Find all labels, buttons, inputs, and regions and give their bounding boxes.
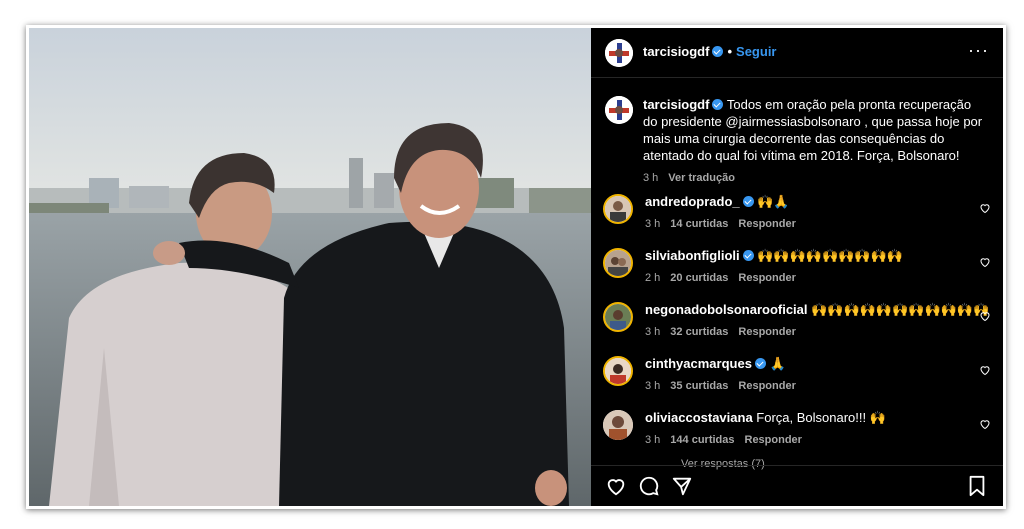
comment-item: cinthyacmarques 🙏 3 h 35 curtidas Responde… [591,356,1003,402]
action-bar [591,465,1003,506]
reply-button[interactable]: Responder [738,218,795,230]
verified-icon [742,196,754,207]
reply-button[interactable]: Responder [745,434,802,446]
comment-text: 🙌🙏 [757,194,790,209]
comment-time[interactable]: 2 h [645,272,660,284]
reply-button[interactable]: Responder [738,380,795,392]
translate-link[interactable]: Ver tradução [668,172,735,184]
comment-username[interactable]: cinthyacmarques [645,356,752,371]
comment-text: Força, Bolsonaro!!! 🙌 [756,410,886,425]
comment-username[interactable]: silviabonfiglioli [645,248,740,263]
like-comment-heart-icon[interactable] [979,202,991,214]
comment-body: oliviaccostaviana Força, Bolsonaro!!! 🙌 … [645,410,886,448]
caption-meta: 3 h Ver tradução [643,170,988,187]
comment-time[interactable]: 3 h [645,326,660,338]
comment-text: 🙏 [769,356,786,371]
comment-meta: 3 h 14 curtidas Responder [645,216,806,232]
commenter-avatar[interactable] [603,410,633,440]
comment-meta: 3 h 32 curtidas Responder [645,324,989,340]
post-caption: tarcisiogdf Todos em oração pela pronta … [643,96,988,187]
comment-username[interactable]: negonadobolsonarooficial [645,302,808,317]
comment-body: silviabonfiglioli 🙌🙌🙌🙌🙌🙌🙌🙌🙌 2 h 20 curtid… [645,248,903,286]
verified-icon [754,358,766,369]
heart-icon[interactable] [605,475,627,497]
instagram-post-window: tarcisiogdf • Seguir ··· tarcisiogdf Todos… [26,25,1006,509]
comment-time[interactable]: 3 h [645,434,660,446]
comment-username[interactable]: andredoprado_ [645,194,740,209]
comment-body: cinthyacmarques 🙏 3 h 35 curtidas Responde… [645,356,806,394]
comment-item: silviabonfiglioli 🙌🙌🙌🙌🙌🙌🙌🙌🙌 2 h 20 curtid… [591,248,1003,294]
comment-meta: 2 h 20 curtidas Responder [645,270,903,286]
post-panel: tarcisiogdf • Seguir ··· tarcisiogdf Todos… [591,28,1003,506]
post-photo[interactable] [29,28,591,506]
author-username[interactable]: tarcisiogdf [643,44,709,59]
comment-item: negonadobolsonarooficial 🙌🙌🙌🙌🙌🙌🙌🙌🙌🙌🙌 3 h… [591,302,1003,348]
comment-meta: 3 h 35 curtidas Responder [645,378,806,394]
comment-username[interactable]: oliviaccostaviana [645,410,753,425]
comment-time[interactable]: 3 h [645,218,660,230]
post-header: tarcisiogdf • Seguir ··· [591,28,1003,78]
caption-time[interactable]: 3 h [643,172,658,184]
caption-username[interactable]: tarcisiogdf [643,97,709,112]
like-comment-heart-icon[interactable] [979,310,991,322]
header-separator: • [727,44,733,59]
verified-icon [712,99,724,110]
comment-item: oliviaccostaviana Força, Bolsonaro!!! 🙌 … [591,410,1003,456]
comment-body: negonadobolsonarooficial 🙌🙌🙌🙌🙌🙌🙌🙌🙌🙌🙌 3 h… [645,302,989,340]
share-icon[interactable] [671,475,693,497]
comment-item: andredoprado_ 🙌🙏 3 h 14 curtidas Responder [591,194,1003,240]
comment-meta: 3 h 144 curtidas Responder [645,432,886,448]
like-comment-heart-icon[interactable] [979,418,991,430]
verified-icon [712,46,724,57]
commenter-avatar[interactable] [603,194,633,224]
comment-likes[interactable]: 32 curtidas [670,326,728,338]
author-avatar[interactable] [605,39,633,67]
bookmark-icon[interactable] [967,475,987,497]
commenter-avatar[interactable] [603,302,633,332]
comment-likes[interactable]: 144 curtidas [670,434,734,446]
photo-illustration [29,28,591,506]
commenter-avatar[interactable] [603,356,633,386]
verified-icon [742,250,754,261]
caption-avatar[interactable] [605,96,633,124]
comment-text: 🙌🙌🙌🙌🙌🙌🙌🙌🙌 [757,248,903,263]
reply-button[interactable]: Responder [738,326,795,338]
comment-icon[interactable] [638,475,660,497]
header-username-row: tarcisiogdf • Seguir [643,44,777,59]
reply-button[interactable]: Responder [738,272,795,284]
more-icon[interactable]: ··· [968,40,989,61]
commenter-avatar[interactable] [603,248,633,278]
comment-likes[interactable]: 35 curtidas [670,380,728,392]
comment-time[interactable]: 3 h [645,380,660,392]
like-comment-heart-icon[interactable] [979,364,991,376]
comment-likes[interactable]: 14 curtidas [670,218,728,230]
like-comment-heart-icon[interactable] [979,256,991,268]
comment-text: 🙌🙌🙌🙌🙌🙌🙌🙌🙌🙌🙌 [811,302,990,317]
follow-button[interactable]: Seguir [736,44,776,59]
comment-likes[interactable]: 20 curtidas [670,272,728,284]
comment-body: andredoprado_ 🙌🙏 3 h 14 curtidas Responder [645,194,806,232]
